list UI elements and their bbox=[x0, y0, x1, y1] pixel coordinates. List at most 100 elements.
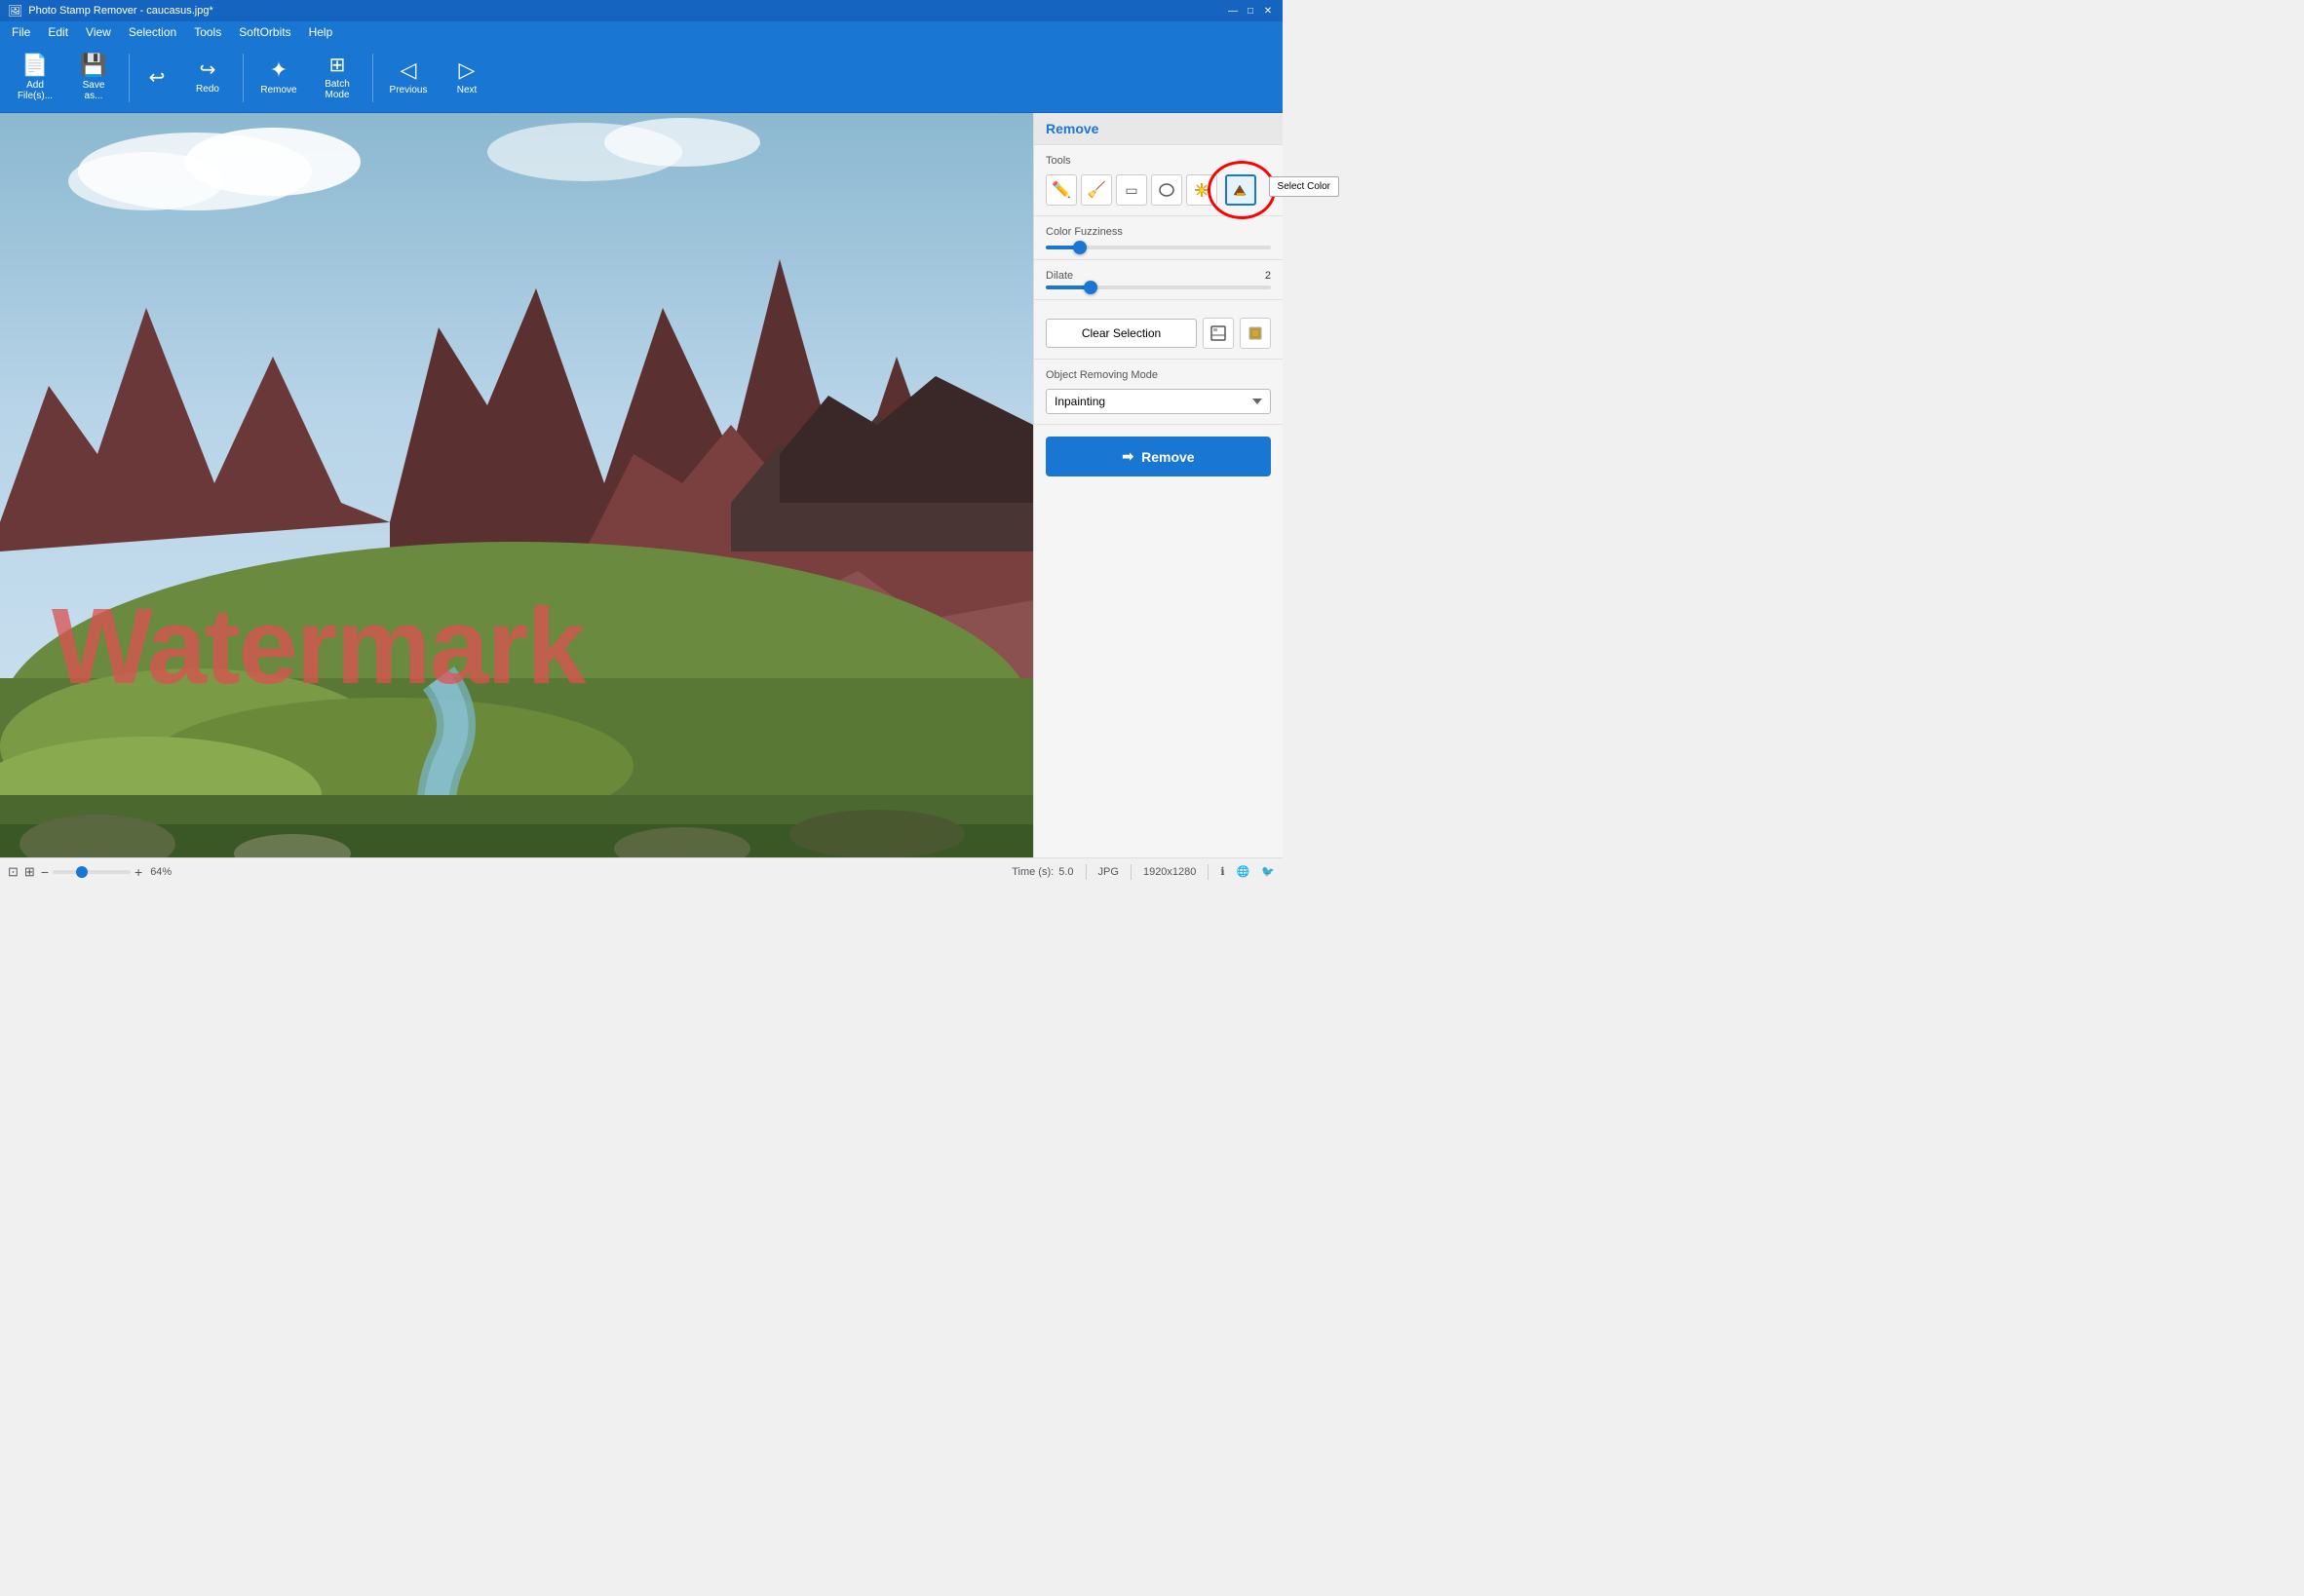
title-bar: 🖼 Photo Stamp Remover - caucasus.jpg* — … bbox=[0, 0, 1283, 21]
pencil-tool[interactable]: ✏️ bbox=[1046, 174, 1077, 206]
dilate-thumb[interactable] bbox=[1084, 281, 1097, 294]
status-bar-right: Time (s): 5.0 JPG 1920x1280 ℹ 🌐 🐦 bbox=[1012, 864, 1275, 880]
canvas-image bbox=[0, 113, 1033, 857]
minimize-button[interactable]: — bbox=[1226, 4, 1240, 18]
menu-help[interactable]: Help bbox=[301, 23, 341, 41]
undo-icon: ↩ bbox=[149, 68, 166, 88]
close-button[interactable]: ✕ bbox=[1261, 4, 1275, 18]
main-content: Watermark Remove Tools ✏️ 🧹 ▭ bbox=[0, 113, 1283, 857]
selection-rect-icon[interactable]: ⊡ bbox=[8, 864, 19, 880]
dilate-section: Dilate 2 bbox=[1034, 260, 1283, 300]
remove-icon: ✦ bbox=[270, 59, 288, 81]
color-fuzziness-label: Color Fuzziness bbox=[1046, 226, 1271, 238]
save-as-label: Save as... bbox=[83, 80, 105, 101]
status-divider-3 bbox=[1208, 864, 1209, 880]
color-fuzziness-slider-row bbox=[1046, 246, 1271, 249]
panel-header: Remove bbox=[1034, 113, 1283, 145]
toolbar-separator-1 bbox=[129, 54, 130, 102]
status-divider-1 bbox=[1086, 864, 1087, 880]
tools-row: ✏️ 🧹 ▭ bbox=[1046, 174, 1271, 206]
toolbar: 📄 Add File(s)... 💾 Save as... ↩ ↪ Redo ✦… bbox=[0, 43, 1283, 113]
add-files-icon: 📄 bbox=[21, 55, 48, 76]
time-label: Time (s): 5.0 bbox=[1012, 866, 1073, 878]
redo-button[interactable]: ↪ Redo bbox=[180, 49, 235, 107]
file-format: JPG bbox=[1098, 866, 1119, 878]
object-removing-dropdown[interactable]: Inpainting Content Aware Fill Blur bbox=[1046, 389, 1271, 414]
tools-label: Tools bbox=[1046, 155, 1271, 167]
clear-selection-section: Clear Selection bbox=[1034, 300, 1283, 360]
dilate-value: 2 bbox=[1265, 270, 1271, 282]
clear-selection-row: Clear Selection bbox=[1046, 318, 1271, 349]
save-as-icon: 💾 bbox=[80, 55, 106, 76]
select-from-clipboard-button[interactable] bbox=[1240, 318, 1271, 349]
zoom-minus-button[interactable]: − bbox=[41, 864, 49, 880]
toolbar-separator-2 bbox=[243, 54, 244, 102]
add-files-button[interactable]: 📄 Add File(s)... bbox=[8, 49, 62, 107]
remove-button-arrow: ➡ bbox=[1122, 448, 1133, 465]
magic-wand-tool[interactable] bbox=[1186, 174, 1217, 206]
menu-softorbits[interactable]: SoftOrbits bbox=[231, 23, 298, 41]
menu-view[interactable]: View bbox=[78, 23, 119, 41]
menu-selection[interactable]: Selection bbox=[121, 23, 184, 41]
share-web-icon[interactable]: 🌐 bbox=[1237, 865, 1250, 878]
dilate-track[interactable] bbox=[1046, 285, 1271, 289]
color-fuzziness-section: Color Fuzziness bbox=[1034, 216, 1283, 260]
lasso-tool[interactable] bbox=[1151, 174, 1182, 206]
batch-mode-label: Batch Mode bbox=[325, 79, 350, 100]
color-select-tool[interactable] bbox=[1225, 174, 1256, 206]
next-label: Next bbox=[457, 85, 478, 95]
previous-icon: ◁ bbox=[401, 59, 417, 81]
color-fuzziness-track[interactable] bbox=[1046, 246, 1271, 249]
batch-mode-icon: ⊞ bbox=[329, 56, 346, 75]
menu-edit[interactable]: Edit bbox=[40, 23, 76, 41]
color-fuzziness-thumb[interactable] bbox=[1073, 241, 1087, 254]
select-color-button[interactable]: Select Color bbox=[1269, 176, 1339, 197]
maximize-button[interactable]: □ bbox=[1244, 4, 1257, 18]
toolbar-separator-3 bbox=[372, 54, 373, 102]
object-removing-section: Object Removing Mode Inpainting Content … bbox=[1034, 360, 1283, 425]
object-removing-label: Object Removing Mode bbox=[1046, 369, 1271, 381]
next-button[interactable]: ▷ Next bbox=[440, 49, 494, 107]
rect-select-tool[interactable]: ▭ bbox=[1116, 174, 1147, 206]
dilate-label: Dilate bbox=[1046, 270, 1073, 282]
tools-section: Tools ✏️ 🧹 ▭ bbox=[1034, 145, 1283, 216]
menu-bar: File Edit View Selection Tools SoftOrbit… bbox=[0, 21, 1283, 43]
app-icon: 🖼 bbox=[8, 4, 22, 18]
canvas-area[interactable]: Watermark bbox=[0, 113, 1033, 857]
previous-button[interactable]: ◁ Previous bbox=[381, 49, 436, 107]
menu-file[interactable]: File bbox=[4, 23, 38, 41]
remove-button-toolbar[interactable]: ✦ Remove bbox=[251, 49, 306, 107]
image-dimensions: 1920x1280 bbox=[1143, 866, 1196, 878]
title-bar-left: 🖼 Photo Stamp Remover - caucasus.jpg* bbox=[8, 4, 213, 18]
right-panel: Remove Tools ✏️ 🧹 ▭ bbox=[1033, 113, 1283, 857]
next-icon: ▷ bbox=[459, 59, 476, 81]
menu-tools[interactable]: Tools bbox=[186, 23, 229, 41]
dilate-slider-row bbox=[1046, 285, 1271, 289]
zoom-value: 64% bbox=[150, 866, 172, 878]
panel-title: Remove bbox=[1046, 121, 1098, 136]
remove-toolbar-label: Remove bbox=[260, 85, 296, 95]
batch-mode-button[interactable]: ⊞ Batch Mode bbox=[310, 49, 365, 107]
select-from-file-button[interactable] bbox=[1203, 318, 1234, 349]
zoom-thumb[interactable] bbox=[76, 866, 88, 878]
save-as-button[interactable]: 💾 Save as... bbox=[66, 49, 121, 107]
redo-icon: ↪ bbox=[200, 60, 216, 80]
add-files-label: Add File(s)... bbox=[18, 80, 53, 101]
zoom-control: − + 64% bbox=[41, 864, 172, 880]
selection-multi-icon[interactable]: ⊞ bbox=[24, 864, 35, 880]
window-title: Photo Stamp Remover - caucasus.jpg* bbox=[28, 5, 213, 17]
select-color-wrapper: Select Color bbox=[1225, 174, 1256, 206]
redo-label: Redo bbox=[196, 84, 219, 95]
remove-button-label: Remove bbox=[1141, 449, 1194, 465]
info-icon[interactable]: ℹ bbox=[1220, 865, 1224, 878]
zoom-track[interactable] bbox=[53, 870, 131, 874]
eraser-tool[interactable]: 🧹 bbox=[1081, 174, 1112, 206]
undo-button[interactable]: ↩ bbox=[137, 49, 176, 107]
share-twitter-icon[interactable]: 🐦 bbox=[1261, 865, 1275, 878]
previous-label: Previous bbox=[390, 85, 428, 95]
remove-button[interactable]: ➡ Remove bbox=[1046, 437, 1271, 476]
zoom-plus-button[interactable]: + bbox=[134, 864, 142, 880]
clear-selection-button[interactable]: Clear Selection bbox=[1046, 319, 1197, 348]
status-bar: ⊡ ⊞ − + 64% Time (s): 5.0 JPG 1920x1280 … bbox=[0, 857, 1283, 885]
window-controls[interactable]: — □ ✕ bbox=[1226, 4, 1275, 18]
